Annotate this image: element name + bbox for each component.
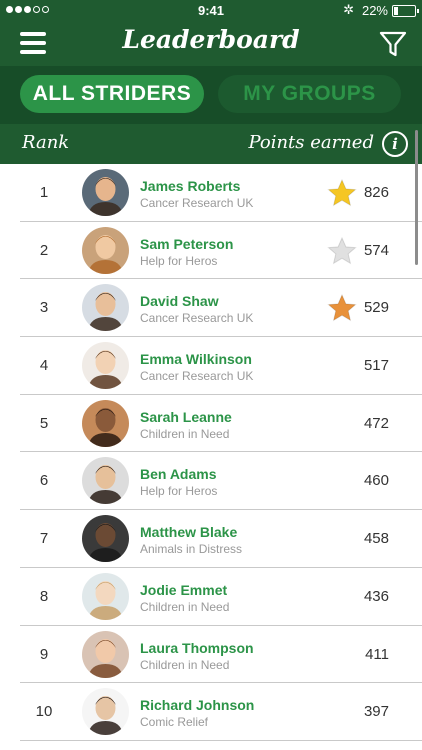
filter-icon[interactable] xyxy=(378,30,408,58)
charity-name: Children in Need xyxy=(140,599,230,614)
table-row[interactable]: 10 Richard Johnson Comic Relief 397 xyxy=(0,683,422,741)
points-value: 517 xyxy=(363,357,389,375)
points-value: 411 xyxy=(365,645,389,663)
table-row[interactable]: 1 James Roberts Cancer Research UK 826 xyxy=(0,164,422,222)
charity-name: Children in Need xyxy=(140,657,230,672)
avatar[interactable] xyxy=(82,688,129,736)
gold-star-icon xyxy=(327,178,357,208)
rank-number: 1 xyxy=(39,184,49,201)
points-value: 460 xyxy=(363,472,389,490)
info-icon[interactable]: i xyxy=(382,131,408,157)
avatar[interactable] xyxy=(82,342,129,390)
table-row[interactable]: 8 Jodie Emmet Children in Need 436 xyxy=(0,568,422,626)
status-time: 9:41 xyxy=(197,3,225,18)
avatar[interactable] xyxy=(82,572,129,620)
user-name[interactable]: Laura Thompson xyxy=(140,640,254,656)
table-row[interactable]: 4 Emma Wilkinson Cancer Research UK 517 xyxy=(0,337,422,395)
tab-my-groups[interactable]: MY GROUPS xyxy=(218,75,401,113)
avatar[interactable] xyxy=(82,515,129,563)
avatar[interactable] xyxy=(82,284,129,332)
user-name[interactable]: Sarah Leanne xyxy=(140,409,232,425)
charity-name: Help for Heros xyxy=(140,484,218,499)
avatar[interactable] xyxy=(82,226,129,274)
rank-number: 3 xyxy=(39,299,49,317)
avatar[interactable] xyxy=(82,630,129,678)
user-name[interactable]: David Shaw xyxy=(140,293,219,309)
page-title: Leaderboard xyxy=(122,25,300,54)
table-row[interactable]: 3 David Shaw Cancer Research UK 529 xyxy=(0,279,422,337)
table-row[interactable]: 6 Ben Adams Help for Heros 460 xyxy=(0,452,422,510)
points-value: 529 xyxy=(363,299,389,317)
rank-number: 9 xyxy=(39,645,49,663)
table-row[interactable]: 7 Matthew Blake Animals in Distress 458 xyxy=(0,510,422,568)
silver-star-icon xyxy=(327,236,357,266)
avatar[interactable] xyxy=(82,399,129,447)
user-name[interactable]: Emma Wilkinson xyxy=(140,351,252,367)
battery-icon xyxy=(392,5,419,17)
points-value: 472 xyxy=(363,414,389,432)
rank-number: 6 xyxy=(39,472,49,490)
rank-number: 2 xyxy=(39,241,49,259)
charity-name: Cancer Research UK xyxy=(140,196,254,210)
charity-name: Cancer Research UK xyxy=(140,311,254,326)
user-name[interactable]: Jodie Emmet xyxy=(140,582,227,598)
bronze-star-icon xyxy=(327,293,357,323)
charity-name: Animals in Distress xyxy=(140,542,243,557)
user-name[interactable]: Sam Peterson xyxy=(140,236,233,252)
rank-column-label: Rank xyxy=(22,132,70,153)
avatar[interactable] xyxy=(82,457,129,505)
app-header: Leaderboard xyxy=(0,22,422,66)
user-name[interactable]: Ben Adams xyxy=(140,466,217,482)
tab-all-striders[interactable]: ALL STRIDERS xyxy=(20,75,204,113)
table-row[interactable]: 9 Laura Thompson Children in Need 411 xyxy=(0,626,422,684)
rank-number: 10 xyxy=(35,703,53,721)
tab-bar: ALL STRIDERS MY GROUPS xyxy=(0,66,422,124)
rank-number: 5 xyxy=(39,414,49,432)
table-row[interactable]: 2 Sam Peterson Help for Heros 574 xyxy=(0,222,422,280)
charity-name: Cancer Research UK xyxy=(140,369,254,384)
charity-name: Children in Need xyxy=(140,426,230,441)
points-value: 458 xyxy=(363,530,389,548)
column-header: Rank Points earned i xyxy=(0,124,422,164)
rank-number: 7 xyxy=(39,530,49,548)
points-value: 397 xyxy=(363,703,389,721)
user-name[interactable]: James Roberts xyxy=(140,178,240,194)
scrollbar[interactable] xyxy=(415,130,418,265)
avatar[interactable] xyxy=(82,169,129,216)
points-value: 436 xyxy=(363,587,389,605)
points-column-label: Points earned xyxy=(248,132,374,153)
charity-name: Help for Heros xyxy=(140,253,218,268)
rank-number: 4 xyxy=(39,357,49,375)
battery-fill xyxy=(394,7,398,15)
rank-number: 8 xyxy=(39,587,49,605)
table-row[interactable]: 5 Sarah Leanne Children in Need 472 xyxy=(0,395,422,453)
charity-name: Comic Relief xyxy=(140,715,209,730)
points-value: 574 xyxy=(363,241,389,259)
user-name[interactable]: Matthew Blake xyxy=(140,524,237,540)
battery-percent: 22% xyxy=(361,3,388,18)
bluetooth-icon: ✲ xyxy=(343,2,354,17)
user-name[interactable]: Richard Johnson xyxy=(140,697,254,713)
status-bar: 9:41 ✲ 22% xyxy=(0,0,422,22)
points-value: 826 xyxy=(363,184,389,201)
leaderboard-list: 1 James Roberts Cancer Research UK 826 2 Sam … xyxy=(0,164,422,741)
